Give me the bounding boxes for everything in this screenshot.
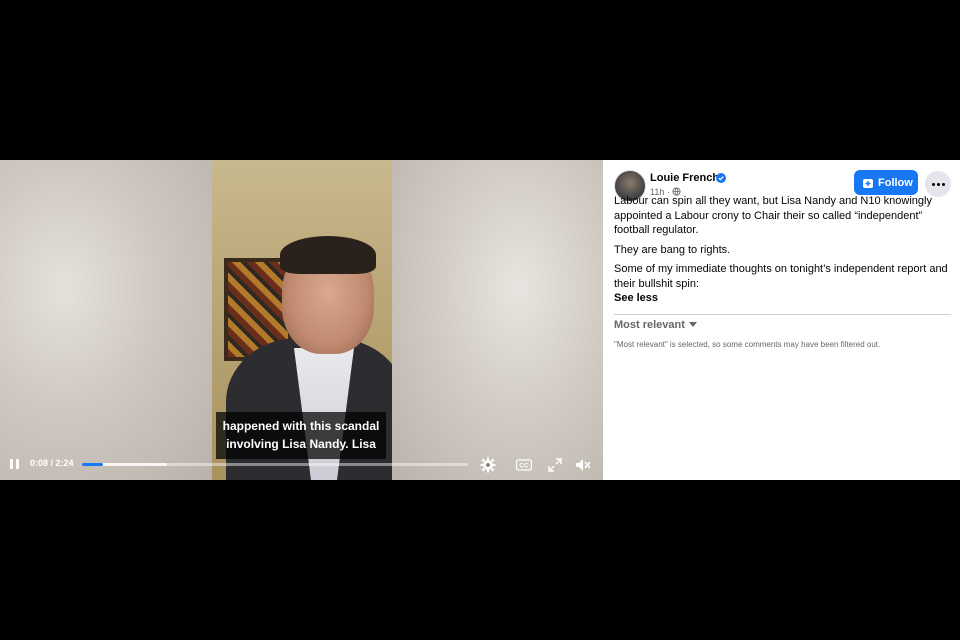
video-controls: 0:08 / 2:24 CC (0, 455, 603, 475)
post-text: Labour can spin all they want, but Lisa … (614, 194, 952, 306)
author-name[interactable]: Louie French (650, 172, 719, 184)
more-dot (941, 182, 945, 186)
comment-sort-dropdown[interactable]: Most relevant (614, 319, 697, 331)
follow-label: Follow (878, 176, 913, 189)
fullscreen-icon[interactable] (547, 457, 563, 473)
pause-icon[interactable] (10, 459, 20, 469)
caret-down-icon (688, 322, 697, 327)
add-friend-icon (863, 178, 873, 188)
caption-line-1: happened with this scandal (222, 419, 380, 433)
more-dot (931, 182, 935, 186)
cc-icon[interactable]: CC (516, 457, 532, 473)
sort-label: Most relevant (614, 319, 685, 331)
post-paragraph-1: Labour can spin all they want, but Lisa … (614, 195, 932, 236)
progress-played (82, 463, 104, 466)
verified-icon (716, 173, 726, 183)
post-panel: Louie French 11h · Labour can spin all t… (603, 160, 960, 480)
speaker-hair (280, 236, 376, 274)
video-player[interactable]: happened with this scandal involving Lis… (0, 160, 603, 480)
post-paragraph-2: They are bang to rights. (614, 243, 731, 256)
progress-bar[interactable] (82, 463, 468, 466)
video-time: 0:08 / 2:24 (30, 458, 74, 468)
svg-text:CC: CC (519, 463, 529, 470)
more-dot (936, 182, 940, 186)
mute-icon[interactable] (575, 457, 591, 473)
filter-note: "Most relevant" is selected, so some com… (614, 340, 881, 349)
see-less-link[interactable]: See less (614, 292, 658, 304)
video-blur-right (392, 160, 603, 480)
post-viewer: happened with this scandal involving Lis… (0, 160, 960, 480)
divider (614, 314, 951, 315)
caption-line-2: involving Lisa Nandy. Lisa (226, 437, 376, 451)
video-blur-left (0, 160, 212, 480)
more-options-button[interactable] (925, 171, 951, 197)
post-paragraph-3: Some of my immediate thoughts on tonight… (614, 263, 948, 290)
gear-icon[interactable] (480, 457, 496, 473)
video-caption: happened with this scandal involving Lis… (216, 412, 386, 459)
follow-button[interactable]: Follow (854, 170, 918, 195)
